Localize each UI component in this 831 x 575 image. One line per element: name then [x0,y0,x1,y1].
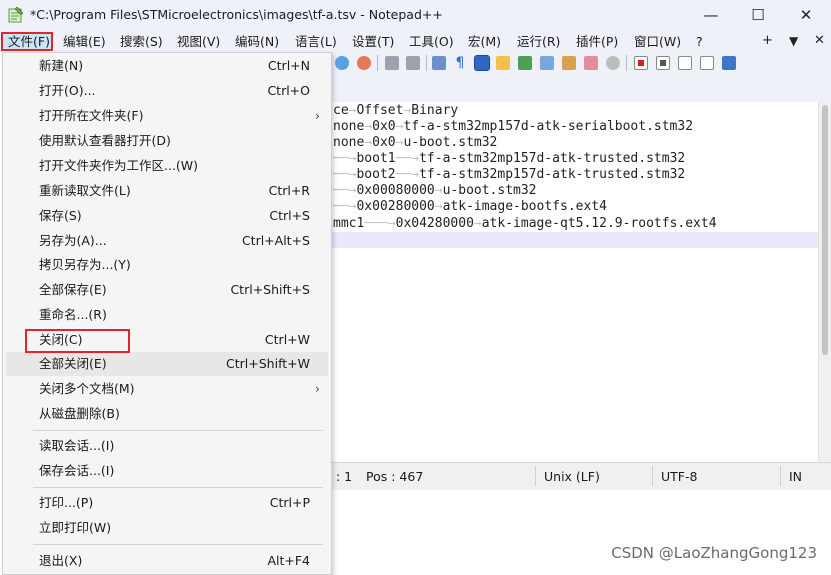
toolbar-separator [626,55,627,71]
play-macro-icon[interactable] [678,56,692,70]
indent-guide-icon[interactable] [474,55,490,71]
doc-map-icon[interactable] [518,56,532,70]
submenu-arrow-icon: › [315,108,320,123]
sync-vertical-icon[interactable] [385,56,399,70]
record-macro-icon[interactable] [634,56,648,70]
user-language-icon[interactable] [496,56,510,70]
menu-item-save-all[interactable]: 全部保存(E) Ctrl+Shift+S [6,278,328,302]
window-title: *C:\Program Files\STMicroelectronics\ima… [30,7,443,22]
status-separator [535,466,536,486]
notepadpp-app-icon [8,6,24,23]
menu-item-print-now[interactable]: 立即打印(W) [6,516,328,540]
new-tab-plus-icon[interactable]: + [762,33,773,48]
tab-strip [330,74,831,102]
close-icon: ✕ [799,6,813,24]
menu-item-close-all[interactable]: 全部关闭(E) Ctrl+Shift+W [6,352,328,376]
save-macro-icon[interactable] [722,56,736,70]
editor-line: ce→Offset→Binary [333,103,459,118]
menu-search[interactable]: 搜索(S) [120,32,163,51]
close-doc-icon[interactable]: ✕ [814,33,825,48]
menu-settings[interactable]: 设置(T) [352,32,394,51]
maximize-button[interactable]: ☐ [735,0,781,30]
menu-item-save-as[interactable]: 另存为(A)... Ctrl+Alt+S [6,229,328,253]
status-separator [652,466,653,486]
editor-line: ──→0x00080000→u-boot.stm32 [333,183,537,198]
menu-file[interactable]: 文件(F) [1,32,53,51]
menu-item-load-session[interactable]: 读取会话...(I) [6,434,328,458]
menu-item-delete-from-disk[interactable]: 从磁盘删除(B) [6,402,328,426]
menu-bar: 文件(F) 编辑(E) 搜索(S) 视图(V) 编码(N) 语言(L) 设置(T… [0,30,831,52]
editor-line: none→0x0→tf-a-stm32mp157d-atk-serialboot… [333,119,694,134]
menu-item-open-folder-workspace[interactable]: 打开文件夹作为工作区...(W) [6,154,328,178]
menu-tools[interactable]: 工具(O) [409,32,454,51]
menu-help[interactable]: ? [696,32,703,51]
status-col: : 1 [336,469,353,484]
watermark: CSDN @LaoZhangGong123 [611,544,817,562]
menu-item-save-session[interactable]: 保存会话...(I) [6,459,328,483]
minimize-icon: — [703,6,719,24]
text-editor[interactable]: ce→Offset→Binary none→0x0→tf-a-stm32mp15… [330,102,818,462]
desktop-background [330,490,831,575]
status-pos: Pos : 467 [366,469,424,484]
play-multiple-icon[interactable] [700,56,714,70]
function-list-icon[interactable] [562,56,576,70]
minimize-button[interactable]: — [688,0,734,30]
word-wrap-icon[interactable] [432,56,446,70]
menu-item-open[interactable]: 打开(O)... Ctrl+O [6,79,328,103]
menu-language[interactable]: 语言(L) [295,32,337,51]
menu-view[interactable]: 视图(V) [177,32,220,51]
status-insert-mode[interactable]: IN [789,469,802,484]
status-encoding[interactable]: UTF-8 [661,469,697,484]
menu-item-print[interactable]: 打印...(P) Ctrl+P [6,491,328,515]
menu-item-open-default-viewer[interactable]: 使用默认查看器打开(D) [6,129,328,153]
menu-separator [33,430,323,431]
scrollbar-thumb[interactable] [822,105,828,355]
menu-item-rename[interactable]: 重命名...(R) [6,303,328,327]
status-separator [780,466,781,486]
menu-run[interactable]: 运行(R) [517,32,560,51]
menu-separator [33,487,323,488]
zoom-in-icon[interactable] [335,56,349,70]
editor-line: mmc1───→0x04280000→atk-image-qt5.12.9-ro… [333,216,717,231]
zoom-out-icon[interactable] [357,56,371,70]
status-bar: : 1 Pos : 467 Unix (LF) UTF-8 IN [330,462,831,490]
menu-item-save[interactable]: 保存(S) Ctrl+S [6,204,328,228]
editor-line: ──→boot1──→tf-a-stm32mp157d-atk-trusted.… [333,151,686,166]
toolbar-separator [426,55,427,71]
editor-line: ──→boot2──→tf-a-stm32mp157d-atk-trusted.… [333,167,686,182]
menu-macro[interactable]: 宏(M) [468,32,501,51]
save-all-highlight-box [25,329,130,353]
sync-horizontal-icon[interactable] [406,56,420,70]
submenu-arrow-icon: › [315,381,320,396]
folder-workspace-icon[interactable] [584,56,598,70]
editor-line: none→0x0→u-boot.stm32 [333,135,498,150]
menu-separator [33,544,323,545]
stop-macro-icon[interactable] [656,56,670,70]
menu-item-new[interactable]: 新建(N) Ctrl+N [6,54,328,78]
menu-window[interactable]: 窗口(W) [634,32,681,51]
tab-list-down-icon[interactable]: ▼ [789,34,798,48]
menu-item-open-containing-folder[interactable]: 打开所在文件夹(F) › [6,104,328,128]
doc-list-icon[interactable] [540,56,554,70]
toolbar: ¶ [330,52,831,74]
status-eol[interactable]: Unix (LF) [544,469,600,484]
menu-item-save-copy-as[interactable]: 拷贝另存为...(Y) [6,253,328,277]
menu-item-reload[interactable]: 重新读取文件(L) Ctrl+R [6,179,328,203]
menu-edit[interactable]: 编辑(E) [63,32,106,51]
monitoring-icon[interactable] [606,56,620,70]
toolbar-separator [377,55,378,71]
editor-line: ──→0x00280000→atk-image-bootfs.ext4 [333,199,607,214]
close-button[interactable]: ✕ [783,0,829,30]
show-all-chars-icon[interactable]: ¶ [453,56,467,70]
menu-plugins[interactable]: 插件(P) [576,32,618,51]
current-line-highlight [330,232,818,248]
maximize-icon: ☐ [751,6,765,24]
menu-encoding[interactable]: 编码(N) [235,32,279,51]
title-bar: *C:\Program Files\STMicroelectronics\ima… [0,0,831,30]
menu-item-exit[interactable]: 退出(X) Alt+F4 [6,549,328,573]
file-menu-dropdown: 新建(N) Ctrl+N 打开(O)... Ctrl+O 打开所在文件夹(F) › 使… [2,52,332,575]
menu-item-close-multiple[interactable]: 关闭多个文档(M) › [6,377,328,401]
vertical-scrollbar[interactable] [818,102,831,462]
